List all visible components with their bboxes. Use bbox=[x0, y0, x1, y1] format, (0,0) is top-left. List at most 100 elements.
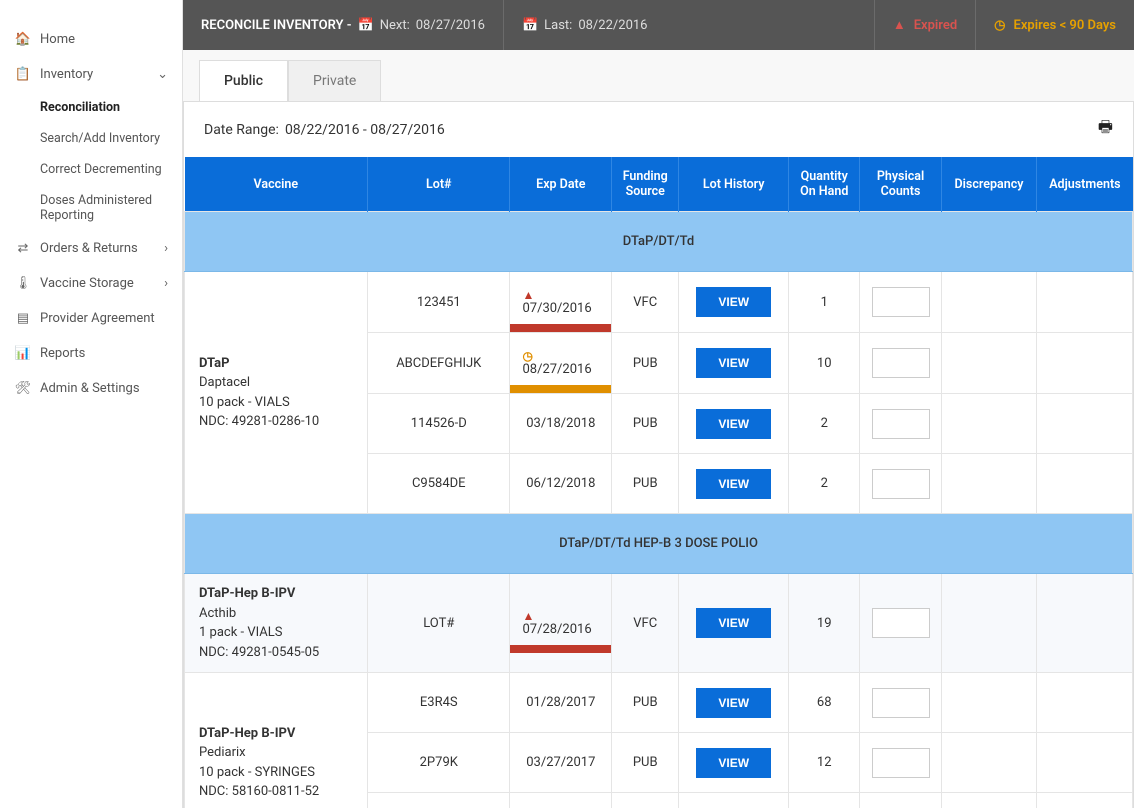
vaccine-brand: Pediarix bbox=[199, 743, 353, 763]
view-button[interactable]: VIEW bbox=[696, 469, 771, 499]
topbar: RECONCILE INVENTORY - 📅 Next: 08/27/2016… bbox=[183, 0, 1134, 50]
qty-cell: 12 bbox=[789, 733, 860, 793]
nav-reconciliation[interactable]: Reconciliation bbox=[40, 92, 182, 123]
vaccine-cell: DTaP-Hep B-IPVActhib1 pack - VIALSNDC: 4… bbox=[185, 574, 368, 673]
qty-cell: 10 bbox=[789, 333, 860, 394]
view-button[interactable]: VIEW bbox=[696, 748, 771, 778]
next-label: Next: bbox=[380, 18, 410, 33]
vaccine-name: DTaP-Hep B-IPV bbox=[199, 584, 353, 604]
document-icon: ▤ bbox=[14, 311, 32, 326]
legend-expired: ▲ Expired bbox=[874, 0, 975, 50]
exp-cell: 03/18/2018 bbox=[510, 394, 612, 454]
qty-cell: 2 bbox=[789, 454, 860, 514]
tools-icon: 🛠 bbox=[14, 381, 32, 396]
nav-label: Orders & Returns bbox=[40, 241, 138, 256]
qty-cell: 19 bbox=[789, 574, 860, 673]
next-date: 08/27/2016 bbox=[416, 18, 485, 33]
lot-cell: 123451 bbox=[368, 272, 510, 333]
qty-cell: 5 bbox=[789, 793, 860, 808]
nav-admin-settings[interactable]: 🛠 Admin & Settings bbox=[0, 371, 182, 406]
col-lot-history: Lot History bbox=[679, 157, 789, 212]
calendar-icon: 📅 bbox=[358, 18, 374, 33]
nav-doses-reporting[interactable]: Doses Administered Reporting bbox=[40, 185, 182, 231]
lot-cell: 2P79K bbox=[368, 733, 510, 793]
nav-search-add[interactable]: Search/Add Inventory bbox=[40, 123, 182, 154]
view-button[interactable]: VIEW bbox=[696, 608, 771, 638]
exp-cell: 10/18/2017 bbox=[510, 793, 612, 808]
lot-cell: E3R4S bbox=[368, 673, 510, 733]
col-vaccine: Vaccine bbox=[185, 157, 368, 212]
col-exp: Exp Date bbox=[510, 157, 612, 212]
page-title: RECONCILE INVENTORY - bbox=[183, 18, 352, 33]
discrepancy-cell bbox=[941, 574, 1037, 673]
nav-reports[interactable]: 📊 Reports bbox=[0, 336, 182, 371]
adjustments-cell bbox=[1037, 574, 1133, 673]
transfer-icon: ⇄ bbox=[14, 241, 32, 256]
funding-cell: PUB bbox=[612, 394, 679, 454]
clock-icon: ◷ bbox=[994, 18, 1005, 33]
discrepancy-cell bbox=[941, 733, 1037, 793]
adjustments-cell bbox=[1037, 793, 1133, 808]
table-row: DTaP-Hep B-IPVPediarix10 pack - SYRINGES… bbox=[185, 673, 1133, 733]
exp-date: 07/28/2016 bbox=[522, 622, 591, 637]
col-adj: Adjustments bbox=[1037, 157, 1133, 212]
nav-home[interactable]: 🏠 Home bbox=[0, 22, 182, 57]
exp-date: 03/27/2017 bbox=[526, 755, 595, 770]
adjustments-cell bbox=[1037, 454, 1133, 514]
physical-count-input[interactable] bbox=[872, 688, 930, 718]
vaccine-pack: 10 pack - SYRINGES bbox=[199, 763, 353, 783]
lot-history-cell: VIEW bbox=[679, 272, 789, 333]
view-button[interactable]: VIEW bbox=[696, 287, 771, 317]
chevron-down-icon: ⌄ bbox=[157, 67, 168, 82]
view-button[interactable]: VIEW bbox=[696, 348, 771, 378]
adjustments-cell bbox=[1037, 733, 1133, 793]
tab-private[interactable]: Private bbox=[288, 60, 381, 101]
discrepancy-cell bbox=[941, 333, 1037, 394]
main: RECONCILE INVENTORY - 📅 Next: 08/27/2016… bbox=[183, 0, 1134, 808]
view-button[interactable]: VIEW bbox=[696, 409, 771, 439]
physical-count-input[interactable] bbox=[872, 348, 930, 378]
qty-cell: 1 bbox=[789, 272, 860, 333]
col-qty: Quantity On Hand bbox=[789, 157, 860, 212]
adjustments-cell bbox=[1037, 333, 1133, 394]
exp-date: 07/30/2016 bbox=[522, 301, 591, 316]
exp-date: 08/27/2016 bbox=[522, 362, 591, 377]
date-range-value: 08/22/2016 - 08/27/2016 bbox=[285, 122, 445, 138]
view-button[interactable]: VIEW bbox=[696, 688, 771, 718]
physical-count-input[interactable] bbox=[872, 469, 930, 499]
inventory-icon: 📋 bbox=[14, 67, 32, 82]
nav-orders-returns[interactable]: ⇄ Orders & Returns › bbox=[0, 231, 182, 266]
lot-history-cell: VIEW bbox=[679, 793, 789, 808]
vaccine-name: DTaP bbox=[199, 354, 353, 374]
col-disc: Discrepancy bbox=[941, 157, 1037, 212]
nav-label: Vaccine Storage bbox=[40, 276, 134, 291]
nav-label: Reports bbox=[40, 346, 85, 361]
lot-history-cell: VIEW bbox=[679, 394, 789, 454]
phys-count-cell bbox=[860, 272, 941, 333]
physical-count-input[interactable] bbox=[872, 409, 930, 439]
bar-chart-icon: 📊 bbox=[14, 346, 32, 361]
physical-count-input[interactable] bbox=[872, 608, 930, 638]
nav-correct-decrementing[interactable]: Correct Decrementing bbox=[40, 154, 182, 185]
chevron-right-icon: › bbox=[164, 276, 168, 291]
vaccine-brand: Daptacel bbox=[199, 373, 353, 393]
table-body: DTaP/DT/TdDTaPDaptacel10 pack - VIALSNDC… bbox=[185, 212, 1133, 808]
physical-count-input[interactable] bbox=[872, 287, 930, 317]
adjustments-cell bbox=[1037, 272, 1133, 333]
tab-public[interactable]: Public bbox=[199, 60, 288, 101]
lot-cell: C9584DE bbox=[368, 454, 510, 514]
clock-icon: ◷ bbox=[522, 350, 532, 362]
discrepancy-cell bbox=[941, 272, 1037, 333]
funding-cell: PUB bbox=[612, 454, 679, 514]
print-button[interactable]: 🖶 bbox=[1098, 116, 1113, 143]
nav-vaccine-storage[interactable]: 🌡 Vaccine Storage › bbox=[0, 266, 182, 301]
nav-provider-agreement[interactable]: ▤ Provider Agreement bbox=[0, 301, 182, 336]
exp-date: 01/28/2017 bbox=[526, 695, 595, 710]
vaccine-name: DTaP-Hep B-IPV bbox=[199, 724, 353, 744]
lot-history-cell: VIEW bbox=[679, 333, 789, 394]
next-date-segment: 📅 Next: 08/27/2016 bbox=[352, 0, 503, 50]
physical-count-input[interactable] bbox=[872, 748, 930, 778]
exp-cell: 03/27/2017 bbox=[510, 733, 612, 793]
tabs: Public Private bbox=[183, 60, 1134, 101]
nav-inventory[interactable]: 📋 Inventory ⌄ bbox=[0, 57, 182, 92]
